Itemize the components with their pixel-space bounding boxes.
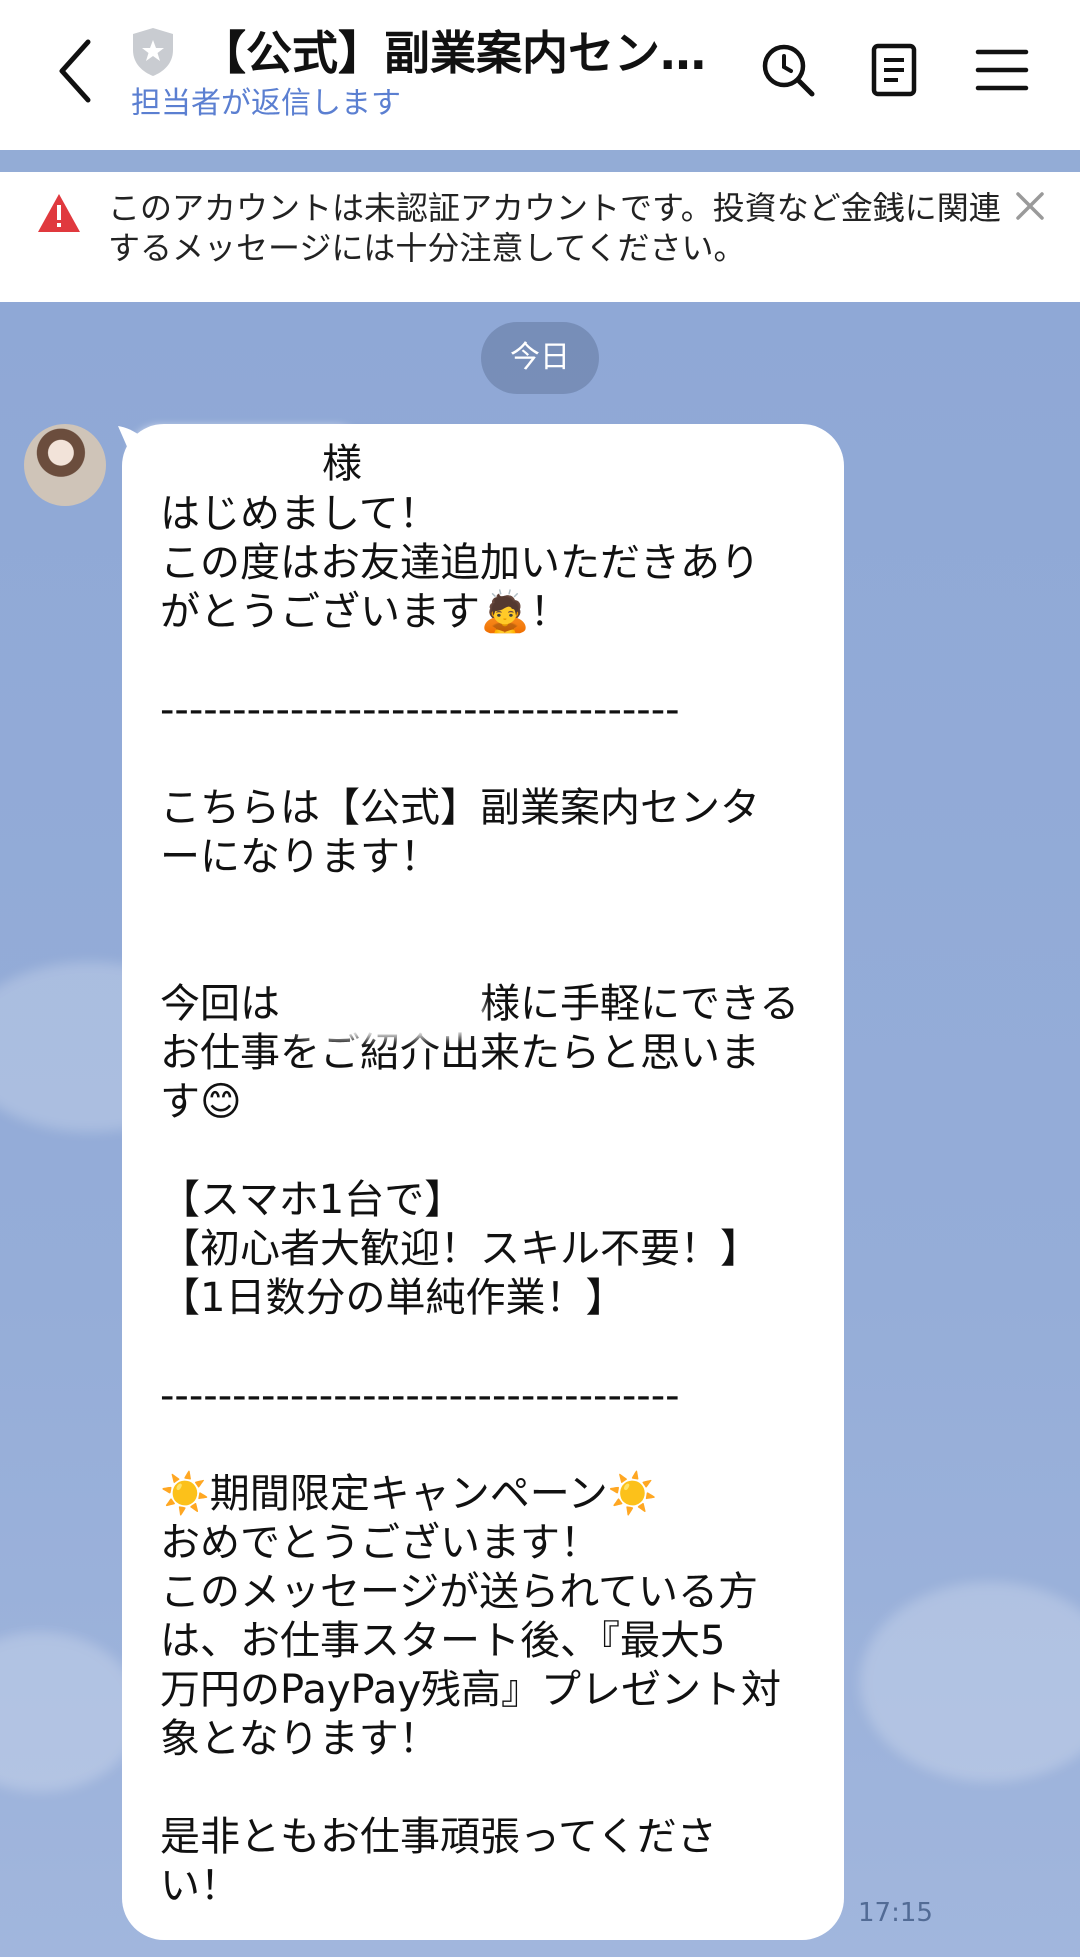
date-separator: 今日 (481, 322, 599, 394)
avatar[interactable] (24, 424, 106, 506)
warning-icon (38, 194, 80, 232)
redacted-name (286, 978, 482, 1038)
note-icon[interactable] (862, 38, 926, 102)
chat-title: 【公式】副業案内セン… (200, 26, 706, 80)
chat-subtitle: 担当者が返信します (131, 86, 401, 121)
background-cloud (0, 1632, 140, 1792)
hamburger-menu-icon[interactable] (970, 38, 1034, 102)
background-cloud (860, 1582, 1080, 1782)
message-timestamp: 17:15 (858, 1898, 933, 1928)
notice-text: このアカウントは未認証アカウントです。投資など金銭に関連するメッセージには十分注… (108, 189, 1001, 267)
unverified-shield-icon (133, 28, 173, 76)
chat-header: 【公式】副業案内セン… 担当者が返信します (0, 0, 1080, 150)
unverified-account-notice: このアカウントは未認証アカウントです。投資など金銭に関連するメッセージには十分注… (0, 172, 1080, 302)
recipient-name-suffix: 様 (322, 441, 362, 487)
search-icon[interactable] (756, 38, 820, 102)
message-text: はじめまして！ この度はお友達追加いただきあり がとうございます🙇！ -----… (160, 491, 800, 1909)
close-icon[interactable] (1012, 188, 1048, 224)
back-button[interactable] (48, 36, 108, 106)
